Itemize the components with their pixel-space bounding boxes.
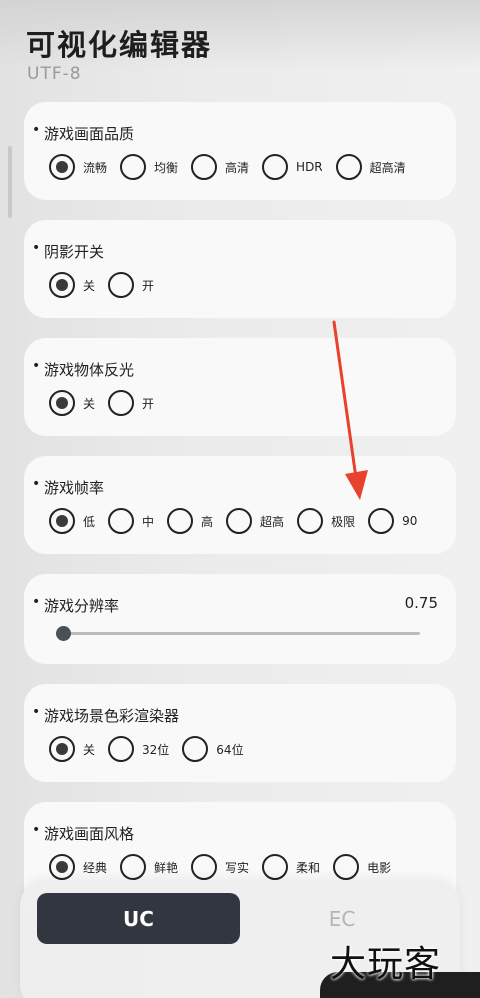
radio-option[interactable]: 64位 xyxy=(182,736,244,762)
radio-label: 电影 xyxy=(367,860,392,875)
radio-label: 32位 xyxy=(142,742,170,757)
radio-label: 鲜艳 xyxy=(154,860,179,875)
radio-group: 关 开 xyxy=(49,390,167,416)
radio-label: 64位 xyxy=(216,742,244,757)
radio-button[interactable] xyxy=(297,508,324,534)
encoding-label: UTF-8 xyxy=(27,64,82,84)
radio-label: 均衡 xyxy=(154,160,179,175)
setting-card-resolution: 游戏分辨率 0.75 xyxy=(24,574,456,664)
radio-button-checked[interactable] xyxy=(49,736,75,762)
radio-group: 经典 鲜艳 写实 柔和 电影 xyxy=(49,854,404,880)
radio-option[interactable]: 开 xyxy=(108,272,154,298)
radio-option[interactable]: 超高 xyxy=(226,508,284,534)
radio-option[interactable]: HDR xyxy=(262,154,323,180)
radio-button[interactable] xyxy=(333,854,360,880)
radio-option[interactable]: 柔和 xyxy=(262,854,320,880)
setting-title: 游戏物体反光 xyxy=(32,358,134,380)
radio-button[interactable] xyxy=(120,154,147,180)
radio-button[interactable] xyxy=(167,508,194,534)
slider-value: 0.75 xyxy=(404,594,438,612)
setting-title: 游戏分辨率 xyxy=(32,594,119,616)
radio-option[interactable]: 高清 xyxy=(191,154,249,180)
radio-group: 低 中 高 超高 极限 90 xyxy=(49,508,430,534)
radio-button[interactable] xyxy=(108,390,135,416)
setting-title: 游戏画面风格 xyxy=(32,822,134,844)
radio-label: 超高清 xyxy=(369,160,406,175)
tab-uc[interactable]: UC xyxy=(37,893,240,944)
radio-option[interactable]: 高 xyxy=(167,508,213,534)
radio-option-90fps[interactable]: 90 xyxy=(368,508,417,534)
radio-label: 开 xyxy=(142,278,155,293)
scrollbar[interactable] xyxy=(8,146,12,218)
radio-button-checked[interactable] xyxy=(49,508,75,534)
radio-label: 90 xyxy=(402,514,418,528)
radio-label: 开 xyxy=(142,396,155,411)
radio-label: 关 xyxy=(83,396,96,411)
radio-label: 超高 xyxy=(260,514,285,529)
radio-option[interactable]: 超高清 xyxy=(335,154,406,180)
radio-group: 关 开 xyxy=(49,272,167,298)
radio-button[interactable] xyxy=(182,736,209,762)
radio-option[interactable]: 写实 xyxy=(191,854,249,880)
radio-option[interactable]: 电影 xyxy=(333,854,391,880)
setting-card-quality: 游戏画面品质 流畅 均衡 高清 HDR 超高清 xyxy=(24,102,456,200)
radio-option[interactable]: 32位 xyxy=(108,736,169,762)
radio-option[interactable]: 鲜艳 xyxy=(120,854,178,880)
radio-option[interactable]: 低 xyxy=(49,508,95,534)
radio-button[interactable] xyxy=(335,154,362,180)
setting-card-shadow: 阴影开关 关 开 xyxy=(24,220,456,318)
radio-option[interactable]: 均衡 xyxy=(120,154,178,180)
radio-button[interactable] xyxy=(262,854,289,880)
setting-title: 游戏画面品质 xyxy=(32,122,134,144)
radio-button[interactable] xyxy=(262,154,289,180)
radio-label: 低 xyxy=(83,514,96,529)
radio-button[interactable] xyxy=(108,736,135,762)
radio-button-checked[interactable] xyxy=(49,390,75,416)
page-title: 可视化编辑器 xyxy=(26,28,213,62)
radio-button[interactable] xyxy=(120,854,147,880)
watermark-text: 大玩客 xyxy=(330,944,442,985)
radio-button-checked[interactable] xyxy=(49,154,75,180)
radio-option[interactable]: 流畅 xyxy=(49,154,107,180)
radio-button[interactable] xyxy=(191,154,218,180)
radio-option[interactable]: 关 xyxy=(49,272,95,298)
radio-label: 流畅 xyxy=(83,160,108,175)
radio-button-checked[interactable] xyxy=(49,854,75,880)
radio-button[interactable] xyxy=(226,508,253,534)
setting-card-reflection: 游戏物体反光 关 开 xyxy=(24,338,456,436)
radio-button[interactable] xyxy=(108,272,135,298)
slider-thumb[interactable] xyxy=(55,626,71,641)
setting-card-framerate: 游戏帧率 低 中 高 超高 极限 90 xyxy=(24,456,456,554)
radio-label: 柔和 xyxy=(296,860,321,875)
radio-label: 极限 xyxy=(331,514,356,529)
radio-option[interactable]: 经典 xyxy=(49,854,107,880)
radio-label: 中 xyxy=(142,514,155,529)
radio-option[interactable]: 中 xyxy=(108,508,154,534)
setting-card-color-renderer: 游戏场景色彩渲染器 关 32位 64位 xyxy=(24,684,456,782)
radio-label: 关 xyxy=(83,742,96,757)
radio-button-checked[interactable] xyxy=(49,272,75,298)
slider-track[interactable] xyxy=(60,632,420,635)
setting-title: 阴影开关 xyxy=(32,240,104,262)
radio-label: HDR xyxy=(296,160,323,174)
radio-button[interactable] xyxy=(368,508,395,534)
radio-label: 经典 xyxy=(83,860,108,875)
radio-option[interactable]: 关 xyxy=(49,390,95,416)
radio-option[interactable]: 开 xyxy=(108,390,154,416)
radio-group: 关 32位 64位 xyxy=(49,736,257,762)
setting-title: 游戏帧率 xyxy=(32,476,104,498)
radio-label: 高清 xyxy=(225,160,250,175)
radio-button[interactable] xyxy=(191,854,218,880)
radio-button[interactable] xyxy=(108,508,135,534)
radio-group: 流畅 均衡 高清 HDR 超高清 xyxy=(49,154,419,180)
radio-label: 写实 xyxy=(225,860,250,875)
radio-option[interactable]: 极限 xyxy=(297,508,355,534)
radio-label: 高 xyxy=(201,514,214,529)
setting-title: 游戏场景色彩渲染器 xyxy=(32,704,179,726)
radio-option[interactable]: 关 xyxy=(49,736,95,762)
radio-label: 关 xyxy=(83,278,96,293)
